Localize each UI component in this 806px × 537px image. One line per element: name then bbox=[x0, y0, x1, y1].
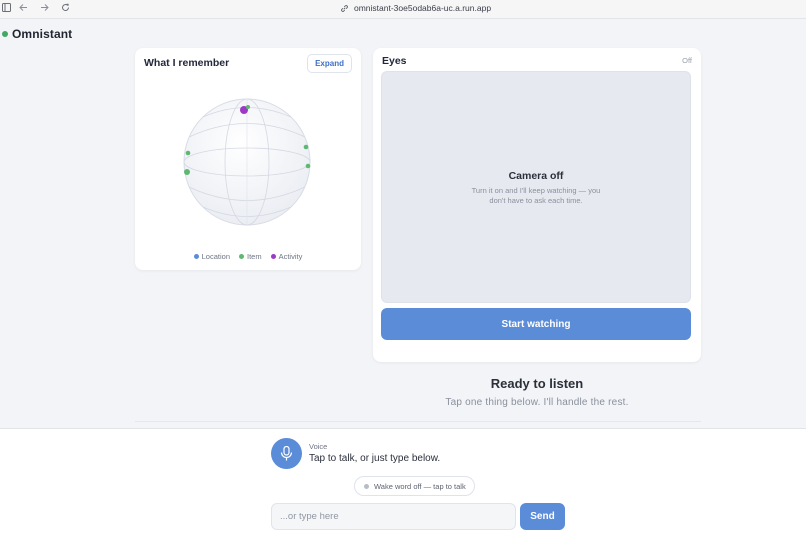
ready-title: Ready to listen bbox=[490, 376, 584, 391]
memory-globe[interactable] bbox=[175, 90, 321, 236]
legend-item: Item bbox=[239, 252, 262, 261]
memory-point-item[interactable] bbox=[303, 144, 309, 150]
legend-location-label: Location bbox=[201, 252, 230, 261]
eyes-card-title: Eyes bbox=[382, 55, 407, 67]
link-icon bbox=[341, 4, 348, 12]
browser-toolbar: omnistant-3oe5odab6a-uc.a.run.app bbox=[0, 0, 806, 19]
camera-preview: Camera off Turn it on and I'll keep watc… bbox=[381, 71, 691, 303]
item-swatch bbox=[239, 254, 244, 259]
camera-off-description: Turn it on and I'll keep watching — you … bbox=[471, 186, 601, 205]
app-title: Omnistant bbox=[12, 27, 73, 41]
url-text: omnistant-3oe5odab6a-uc.a.run.app bbox=[354, 3, 492, 13]
eyes-card: Eyes Off Camera off Turn it on and I'll … bbox=[373, 48, 701, 362]
legend-activity: Activity bbox=[270, 252, 303, 261]
app-header: Omnistant bbox=[0, 20, 806, 50]
forward-arrow-icon[interactable] bbox=[38, 3, 51, 16]
composer: Voice Tap to talk, or just type below. W… bbox=[0, 428, 806, 537]
memory-point-item[interactable] bbox=[185, 150, 191, 156]
microphone-icon bbox=[280, 446, 293, 461]
legend-item-label: Item bbox=[247, 252, 262, 261]
divider bbox=[135, 421, 701, 422]
sidebar-toggle-icon[interactable] bbox=[0, 3, 13, 16]
voice-hint: Tap to talk, or just type below. bbox=[309, 453, 441, 464]
camera-status: Off bbox=[682, 56, 692, 65]
online-status-dot bbox=[2, 31, 8, 37]
microphone-button[interactable] bbox=[271, 438, 302, 469]
location-swatch bbox=[193, 254, 199, 259]
memory-legend: Location Item Activity bbox=[135, 252, 361, 261]
message-input[interactable] bbox=[271, 503, 516, 530]
voice-label: Voice bbox=[309, 442, 328, 451]
memory-point-item[interactable] bbox=[184, 169, 190, 175]
memory-point-item[interactable] bbox=[246, 105, 250, 109]
wake-word-toggle[interactable]: Wake word off — tap to talk bbox=[354, 476, 475, 496]
back-arrow-icon[interactable] bbox=[17, 3, 30, 16]
legend-location: Location bbox=[193, 252, 230, 261]
memory-card-title: What I remember bbox=[144, 57, 230, 69]
activity-swatch bbox=[270, 254, 276, 259]
reload-icon[interactable] bbox=[59, 3, 72, 16]
memory-card: What I remember Expand Location Item Act… bbox=[135, 48, 361, 270]
expand-button[interactable]: Expand bbox=[307, 54, 352, 73]
ready-subtitle: Tap one thing below. I'll handle the res… bbox=[445, 397, 629, 408]
send-button[interactable]: Send bbox=[520, 503, 565, 530]
legend-activity-label: Activity bbox=[278, 252, 303, 261]
wake-word-label: Wake word off — tap to talk bbox=[374, 481, 466, 491]
address-bar[interactable]: omnistant-3oe5odab6a-uc.a.run.app bbox=[340, 3, 491, 13]
wake-word-status-dot bbox=[364, 483, 369, 489]
start-watching-button[interactable]: Start watching bbox=[381, 308, 691, 340]
camera-off-title: Camera off bbox=[508, 170, 564, 182]
memory-point-item[interactable] bbox=[305, 163, 311, 169]
